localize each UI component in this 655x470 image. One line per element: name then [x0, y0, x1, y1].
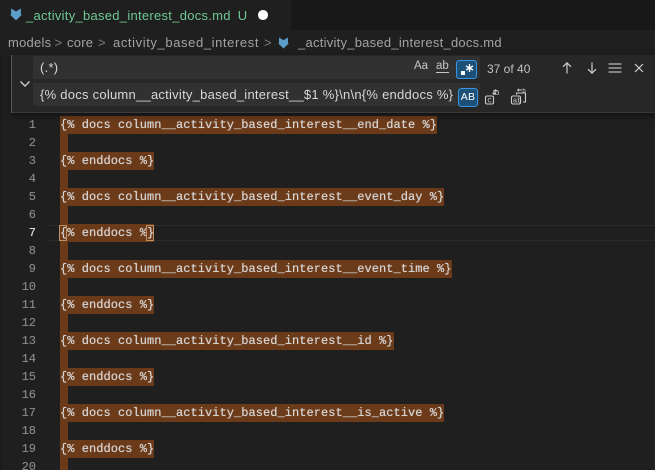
svg-text:b: b: [495, 89, 500, 98]
svg-text:c: c: [487, 97, 492, 105]
svg-text:ab: ab: [513, 98, 522, 105]
svg-text:b: b: [522, 88, 526, 95]
